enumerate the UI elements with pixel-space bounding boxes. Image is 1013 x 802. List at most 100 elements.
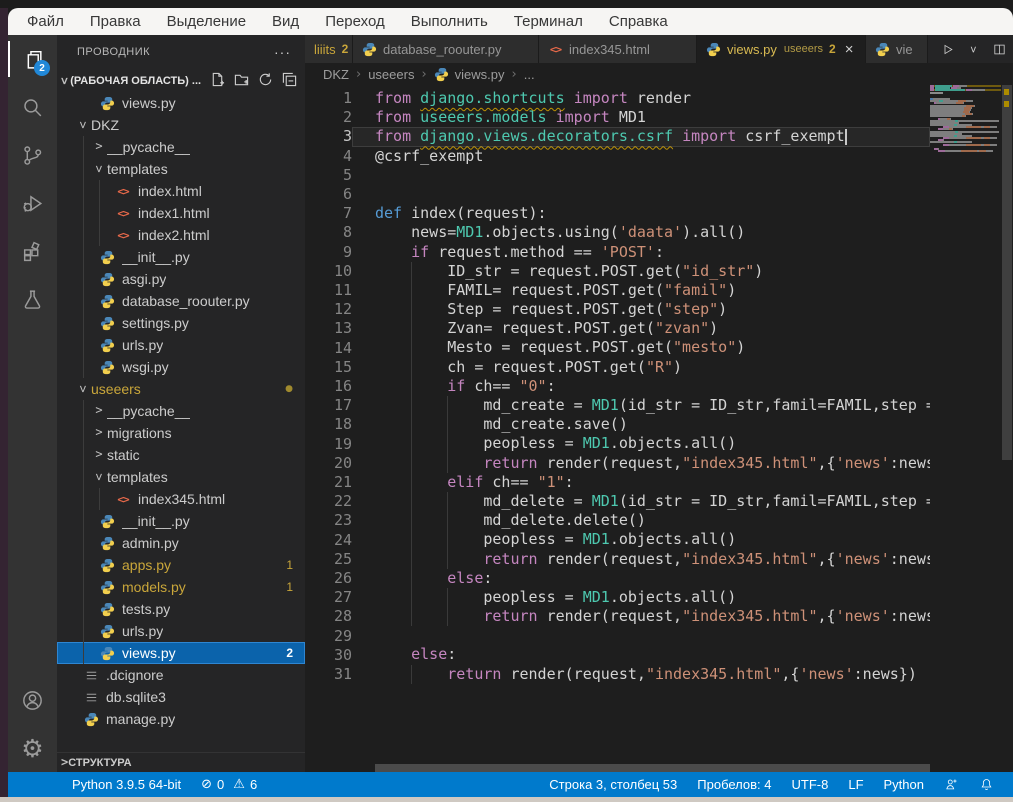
tree-file-tests.py[interactable]: tests.py: [57, 598, 305, 620]
tree-file-asgi.py[interactable]: asgi.py: [57, 268, 305, 290]
tab-database_roouter.py[interactable]: database_roouter.py: [353, 35, 539, 63]
tab-views.py[interactable]: views.pyuseeers2×: [697, 35, 866, 63]
tree-file-views.py[interactable]: views.py: [57, 92, 305, 114]
refresh-icon[interactable]: [258, 72, 273, 90]
menu-item-Переход[interactable]: Переход: [312, 8, 398, 35]
tree-indent-guide: [83, 246, 84, 268]
indent-guide: [411, 396, 412, 415]
tab-vie[interactable]: vie: [866, 35, 928, 63]
tree-folder-__pycache__[interactable]: >__pycache__: [57, 136, 305, 158]
python-file-icon: [99, 337, 115, 353]
vertical-scrollbar-thumb[interactable]: [1002, 85, 1012, 460]
tree-file-index2.html[interactable]: <>index2.html: [57, 224, 305, 246]
tree-item-label: models.py: [122, 579, 186, 595]
tree-folder-DKZ[interactable]: >DKZ: [57, 114, 305, 136]
status-problems[interactable]: ⊘0⚠6: [192, 777, 266, 792]
new-folder-icon[interactable]: [234, 72, 249, 90]
breadcrumb-item-DKZ[interactable]: DKZ: [323, 67, 349, 82]
testing-icon[interactable]: [8, 275, 57, 323]
line-number: 26: [305, 569, 352, 588]
breadcrumb-label: useeers: [368, 67, 414, 82]
status-language-mode[interactable]: Python: [875, 777, 933, 792]
breadcrumb-item-...[interactable]: ...: [524, 67, 535, 82]
new-file-icon[interactable]: [210, 72, 225, 90]
tree-folder-migrations[interactable]: >migrations: [57, 422, 305, 444]
indent-guide: [411, 665, 412, 684]
tree-file-apps.py[interactable]: apps.py1: [57, 554, 305, 576]
vertical-scrollbar[interactable]: [1001, 85, 1013, 764]
python-file-icon: [434, 66, 450, 82]
tree-file-.dcignore[interactable]: .dcignore: [57, 664, 305, 686]
tree-folder-static[interactable]: >static: [57, 444, 305, 466]
tree-folder-useeers[interactable]: >useeers●: [57, 378, 305, 400]
breadcrumb-separator-icon: ›: [356, 67, 361, 82]
tree-file-manage.py[interactable]: manage.py: [57, 708, 305, 730]
settings-gear-icon[interactable]: ⚙: [8, 724, 57, 772]
line-number: 15: [305, 358, 352, 377]
desktop-edge-left: [0, 8, 8, 797]
tree-file-urls.py[interactable]: urls.py: [57, 334, 305, 356]
horizontal-scrollbar-thumb[interactable]: [375, 764, 930, 772]
code-editor[interactable]: 1234567891011121314151617181920212223242…: [305, 85, 930, 764]
tree-file-__init__.py[interactable]: __init__.py: [57, 246, 305, 268]
activity-bar-bottom: ⚙: [8, 676, 57, 772]
run-debug-icon[interactable]: [8, 179, 57, 227]
python-file-icon: [99, 315, 115, 331]
tree-file-urls.py[interactable]: urls.py: [57, 620, 305, 642]
status-feedback[interactable]: [935, 777, 968, 792]
menu-item-Терминал[interactable]: Терминал: [501, 8, 596, 35]
account-icon[interactable]: [8, 676, 57, 724]
tree-folder-templates[interactable]: >templates: [57, 158, 305, 180]
tree-indent-guide: [83, 576, 84, 598]
tree-file-db.sqlite3[interactable]: db.sqlite3: [57, 686, 305, 708]
minimap[interactable]: [930, 85, 1001, 764]
tree-file-views.py[interactable]: views.py2: [57, 642, 305, 664]
tree-item-label: static: [107, 447, 140, 463]
code-line-19: peopless = MD1.objects.all(): [352, 434, 930, 453]
tree-item-label: apps.py: [122, 557, 171, 573]
line-number: 25: [305, 550, 352, 569]
line-number: 1: [305, 89, 352, 108]
tree-file-index1.html[interactable]: <>index1.html: [57, 202, 305, 224]
tab-liiits[interactable]: liiits2●: [305, 35, 353, 63]
breadcrumb-item-views.py[interactable]: views.py: [434, 66, 505, 82]
split-editor-icon[interactable]: [988, 38, 1010, 60]
collapse-all-icon[interactable]: [282, 72, 297, 90]
close-icon[interactable]: ×: [845, 41, 854, 58]
menu-item-Выполнить[interactable]: Выполнить: [398, 8, 501, 35]
menu-item-Правка[interactable]: Правка: [77, 8, 154, 35]
tab-index345.html[interactable]: <>index345.html: [539, 35, 697, 63]
tree-folder-templates[interactable]: >templates: [57, 466, 305, 488]
tree-indent-guide: [83, 400, 84, 422]
explorer-icon[interactable]: 2: [8, 35, 57, 83]
run-dropdown-icon[interactable]: >: [962, 38, 984, 60]
menu-item-Справка[interactable]: Справка: [596, 8, 681, 35]
tree-file-models.py[interactable]: models.py1: [57, 576, 305, 598]
status-indentation[interactable]: Пробелов: 4: [688, 777, 780, 792]
tree-item-label: asgi.py: [122, 271, 166, 287]
menu-item-Вид[interactable]: Вид: [259, 8, 312, 35]
menu-item-Выделение[interactable]: Выделение: [154, 8, 259, 35]
status-notifications[interactable]: [970, 777, 1003, 792]
outline-section-header[interactable]: > СТРУКТУРА: [57, 752, 305, 772]
status-python-interpreter[interactable]: Python 3.9.5 64-bit: [63, 777, 190, 792]
run-icon[interactable]: [936, 38, 958, 60]
extensions-icon[interactable]: [8, 227, 57, 275]
explorer-more-actions-icon[interactable]: ···: [274, 44, 291, 60]
source-control-icon[interactable]: [8, 131, 57, 179]
tree-folder-__pycache__[interactable]: >__pycache__: [57, 400, 305, 422]
search-icon[interactable]: [8, 83, 57, 131]
status-encoding[interactable]: UTF-8: [783, 777, 838, 792]
status-cursor-position[interactable]: Строка 3, столбец 53: [540, 777, 686, 792]
tree-file-__init__.py[interactable]: __init__.py: [57, 510, 305, 532]
workspace-section-header[interactable]: > (РАБОЧАЯ ОБЛАСТЬ) ...: [57, 69, 305, 92]
tree-file-settings.py[interactable]: settings.py: [57, 312, 305, 334]
tree-file-admin.py[interactable]: admin.py: [57, 532, 305, 554]
tree-file-database_roouter.py[interactable]: database_roouter.py: [57, 290, 305, 312]
tree-file-index.html[interactable]: <>index.html: [57, 180, 305, 202]
menu-item-Файл[interactable]: Файл: [14, 8, 77, 35]
tree-file-index345.html[interactable]: <>index345.html: [57, 488, 305, 510]
tree-file-wsgi.py[interactable]: wsgi.py: [57, 356, 305, 378]
breadcrumb-item-useeers[interactable]: useeers: [368, 67, 414, 82]
status-eol[interactable]: LF: [839, 777, 872, 792]
